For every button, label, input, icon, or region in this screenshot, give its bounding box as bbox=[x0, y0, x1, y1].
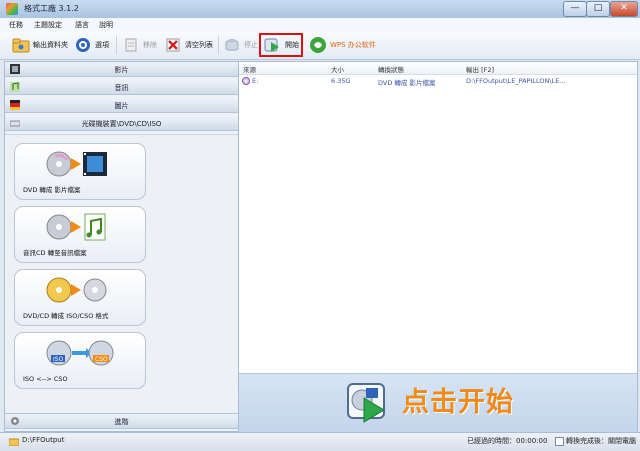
wps-logo-icon bbox=[309, 36, 327, 54]
category-rom-label: 光碟機裝置\DVD\CD\ISO bbox=[81, 120, 162, 128]
clear-x-icon bbox=[164, 36, 182, 54]
remove-icon bbox=[122, 36, 140, 54]
clear-list-button[interactable]: 清空列表 bbox=[164, 35, 213, 55]
window-title: 格式工廠 3.1.2 bbox=[24, 4, 79, 13]
task-status: DVD 轉成 影片檔案 bbox=[378, 79, 436, 87]
elapsed-time: 已經過的時間：00:00:00 bbox=[467, 437, 548, 445]
category-advanced[interactable]: 進階 bbox=[5, 413, 238, 429]
status-bar: D:\FFOutput 已經過的時間：00:00:00 轉換完成後：關閉電腦 bbox=[0, 432, 640, 451]
options-label: 選項 bbox=[95, 41, 109, 49]
output-folder-button[interactable]: 輸出資料夾 bbox=[12, 35, 68, 55]
remove-label: 移除 bbox=[143, 41, 157, 49]
close-button[interactable]: ✕ bbox=[610, 1, 638, 17]
task-row[interactable]: E: 6.35G DVD 轉成 影片檔案 D:\FFOutput\LE_PAPI… bbox=[239, 74, 637, 87]
column-output[interactable]: 輸出 [F2] bbox=[466, 64, 494, 74]
disc-icon bbox=[242, 77, 250, 87]
promo-banner[interactable]: 点击开始 bbox=[239, 373, 637, 432]
toolbar-separator bbox=[218, 36, 219, 54]
folder-icon bbox=[12, 36, 30, 54]
clear-list-label: 清空列表 bbox=[185, 41, 213, 49]
dvd-to-video-icon bbox=[46, 151, 107, 177]
category-rom-device[interactable]: 光碟機裝置\DVD\CD\ISO bbox=[5, 116, 238, 131]
column-status[interactable]: 轉換狀態 bbox=[378, 64, 404, 74]
stop-label: 停止 bbox=[244, 41, 258, 49]
task-output: D:\FFOutput\LE_PAPILLON\LE... bbox=[466, 77, 566, 85]
category-image-label: 圖片 bbox=[114, 102, 129, 110]
category-video-label: 影片 bbox=[114, 66, 129, 74]
task-list-panel: 來源 大小 轉換狀態 輸出 [F2] E: 6.35G DVD 轉成 影片檔案 … bbox=[238, 61, 638, 432]
app-icon bbox=[6, 3, 18, 15]
start-promo-icon bbox=[346, 380, 390, 426]
minimize-button[interactable]: — bbox=[563, 1, 587, 17]
wps-office-label: WPS 办公软件 bbox=[330, 41, 376, 49]
dvd-cd-to-iso-button[interactable]: DVD/CD 轉成 ISO/CSO 格式 bbox=[14, 269, 146, 326]
dvd-to-iso-icon bbox=[46, 277, 107, 303]
output-path[interactable]: D:\FFOutput bbox=[22, 436, 64, 444]
menu-task[interactable]: 任務 bbox=[9, 20, 23, 30]
remove-button[interactable]: 移除 bbox=[122, 35, 157, 55]
category-video[interactable]: 影片 bbox=[5, 62, 238, 77]
promo-text: 点击开始 bbox=[402, 387, 514, 418]
category-audio-label: 音訊 bbox=[114, 84, 129, 92]
task-size: 6.35G bbox=[331, 77, 351, 85]
dvd-to-video-button[interactable]: DVD 轉成 影片檔案 bbox=[14, 143, 146, 200]
category-panel: 影片 音訊 圖片 光碟機裝置\DVD\CD\ISO DVD 轉成 影片檔案 音訊… bbox=[4, 61, 239, 432]
iso-cso-label: ISO <--> CSO bbox=[23, 375, 68, 383]
start-highlight-box bbox=[259, 33, 303, 57]
svg-text:ISO: ISO bbox=[53, 356, 64, 363]
dvd-to-video-label: DVD 轉成 影片檔案 bbox=[23, 186, 81, 194]
category-audio[interactable]: 音訊 bbox=[5, 80, 238, 95]
menu-help[interactable]: 說明 bbox=[99, 20, 113, 30]
toolbar: 輸出資料夾 選項 移除 清空列表 停止 開始 WPS 办公软件 bbox=[0, 31, 640, 60]
column-source[interactable]: 來源 bbox=[243, 64, 256, 74]
category-image[interactable]: 圖片 bbox=[5, 98, 238, 113]
rom-actions-area: DVD 轉成 影片檔案 音訊CD 轉至音訊檔案 DVD/CD 轉成 ISO/CS… bbox=[5, 134, 238, 413]
toolbar-separator bbox=[116, 36, 117, 54]
menu-language[interactable]: 語言 bbox=[75, 20, 89, 30]
audio-cd-label: 音訊CD 轉至音訊檔案 bbox=[23, 249, 87, 257]
svg-text:CSO: CSO bbox=[95, 356, 108, 363]
stop-button[interactable]: 停止 bbox=[223, 35, 258, 55]
iso-cso-convert-button[interactable]: ISO CSO ISO <--> CSO bbox=[14, 332, 146, 389]
iso-cso-icon: ISO CSO bbox=[46, 340, 114, 366]
title-bar: 格式工廠 3.1.2 — □ ✕ bbox=[0, 0, 640, 19]
gear-icon bbox=[74, 36, 92, 54]
output-folder-label: 輸出資料夾 bbox=[33, 41, 68, 49]
audio-cd-to-file-button[interactable]: 音訊CD 轉至音訊檔案 bbox=[14, 206, 146, 263]
column-size[interactable]: 大小 bbox=[331, 64, 344, 74]
after-convert-label: 轉換完成後：關閉電腦 bbox=[566, 437, 636, 445]
after-convert-checkbox[interactable] bbox=[555, 437, 564, 446]
wps-office-button[interactable]: WPS 办公软件 bbox=[309, 35, 376, 55]
category-advanced-label: 進階 bbox=[114, 418, 129, 426]
menu-bar: 任務 主題設定 語言 說明 bbox=[0, 18, 640, 32]
maximize-button[interactable]: □ bbox=[586, 1, 610, 17]
folder-icon bbox=[8, 437, 20, 448]
audio-cd-icon bbox=[46, 213, 106, 241]
stop-icon bbox=[223, 36, 241, 54]
options-button[interactable]: 選項 bbox=[74, 35, 109, 55]
task-source: E: bbox=[252, 77, 259, 85]
menu-theme[interactable]: 主題設定 bbox=[34, 20, 62, 30]
dvd-cd-to-iso-label: DVD/CD 轉成 ISO/CSO 格式 bbox=[23, 312, 109, 320]
